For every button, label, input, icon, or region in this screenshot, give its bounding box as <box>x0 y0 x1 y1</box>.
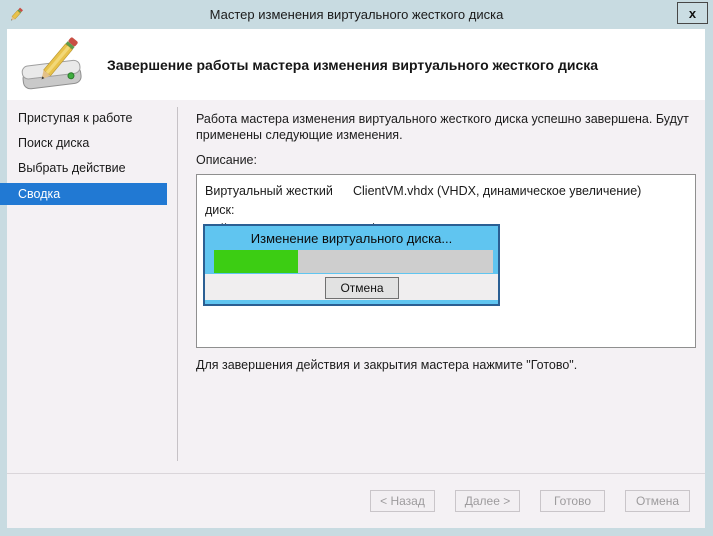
sidebar-item-choose-action[interactable]: Выбрать действие <box>0 156 167 181</box>
sidebar-item-getting-started[interactable]: Приступая к работе <box>0 106 167 131</box>
summary-row-disk: Виртуальный жесткий диск: ClientVM.vhdx … <box>205 182 687 220</box>
intro-text: Работа мастера изменения виртуального же… <box>196 111 696 143</box>
sidebar-item-locate-disk[interactable]: Поиск диска <box>0 131 167 156</box>
finish-button[interactable]: Готово <box>540 490 605 512</box>
progress-cancel-button[interactable]: Отмена <box>325 277 399 299</box>
wizard-button-row: < Назад Далее > Готово Отмена <box>370 490 690 512</box>
sidebar-divider <box>177 107 178 461</box>
next-button[interactable]: Далее > <box>455 490 520 512</box>
wizard-window: { "window": { "title": "Мастер изменения… <box>0 0 713 536</box>
close-button[interactable]: x <box>677 2 708 24</box>
wizard-header: Завершение работы мастера изменения вирт… <box>7 29 705 100</box>
page-title: Завершение работы мастера изменения вирт… <box>107 29 685 100</box>
summary-label: Виртуальный жесткий диск: <box>205 182 353 220</box>
cancel-button[interactable]: Отмена <box>625 490 690 512</box>
progress-fill <box>214 250 298 273</box>
title-bar: Мастер изменения виртуального жесткого д… <box>0 0 713 29</box>
summary-value: ClientVM.vhdx (VHDX, динамическое увелич… <box>353 182 687 220</box>
progress-dialog-title: Изменение виртуального диска... <box>205 226 498 250</box>
description-label: Описание: <box>196 153 257 167</box>
sidebar-nav: Приступая к работе Поиск диска Выбрать д… <box>0 106 170 206</box>
sidebar-item-summary[interactable]: Сводка <box>0 183 167 205</box>
progress-bar <box>214 250 493 273</box>
disk-pencil-icon <box>19 33 95 97</box>
back-button[interactable]: < Назад <box>370 490 435 512</box>
progress-dialog: Изменение виртуального диска... Отмена <box>203 224 500 306</box>
pencil-icon <box>8 6 25 23</box>
window-title: Мастер изменения виртуального жесткого д… <box>210 7 504 22</box>
footer-note: Для завершения действия и закрытия масте… <box>196 358 696 372</box>
